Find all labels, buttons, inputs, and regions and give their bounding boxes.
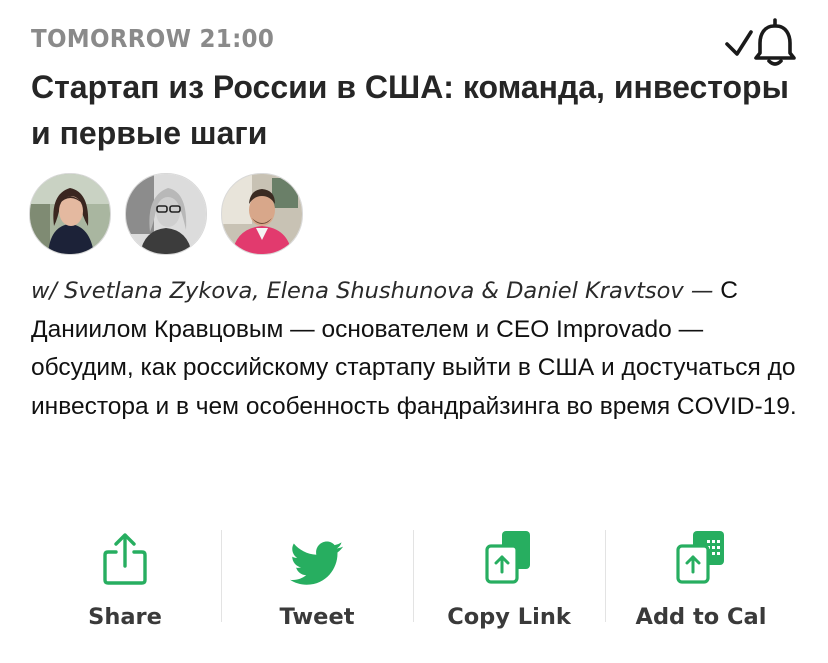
add-to-cal-label: Add to Cal <box>635 604 767 630</box>
event-description-block: w/ Svetlana Zykova, Elena Shushunova & D… <box>31 272 801 426</box>
share-button[interactable]: Share <box>29 522 221 642</box>
copy-link-icon <box>485 531 530 584</box>
copy-link-label: Copy Link <box>447 604 571 630</box>
avatar[interactable] <box>221 173 303 255</box>
notification-toggle-button[interactable] <box>724 16 804 68</box>
copy-link-button[interactable]: Copy Link <box>413 522 605 642</box>
avatar-photo-1 <box>30 174 110 254</box>
action-bar: Share Tweet Copy Link Add to Cal <box>0 522 828 642</box>
avatar[interactable] <box>125 173 207 255</box>
share-label: Share <box>88 604 162 630</box>
add-to-cal-button[interactable]: Add to Cal <box>605 522 797 642</box>
share-icon <box>103 533 147 585</box>
event-time: TOMORROW 21:00 <box>31 24 275 53</box>
tweet-label: Tweet <box>279 604 355 630</box>
tweet-button[interactable]: Tweet <box>221 522 413 642</box>
check-bell-icon <box>725 18 796 66</box>
hosts-line: w/ Svetlana Zykova, Elena Shushunova & D… <box>31 278 714 304</box>
twitter-bird-icon <box>290 541 344 585</box>
avatar[interactable] <box>29 173 111 255</box>
calendar-add-icon <box>676 531 724 584</box>
event-title: Стартап из России в США: команда, инвест… <box>31 69 789 151</box>
event-card: TOMORROW 21:00 Стартап из России в США: … <box>0 0 828 663</box>
avatar-photo-3 <box>222 174 302 254</box>
avatar-photo-2 <box>126 174 206 254</box>
